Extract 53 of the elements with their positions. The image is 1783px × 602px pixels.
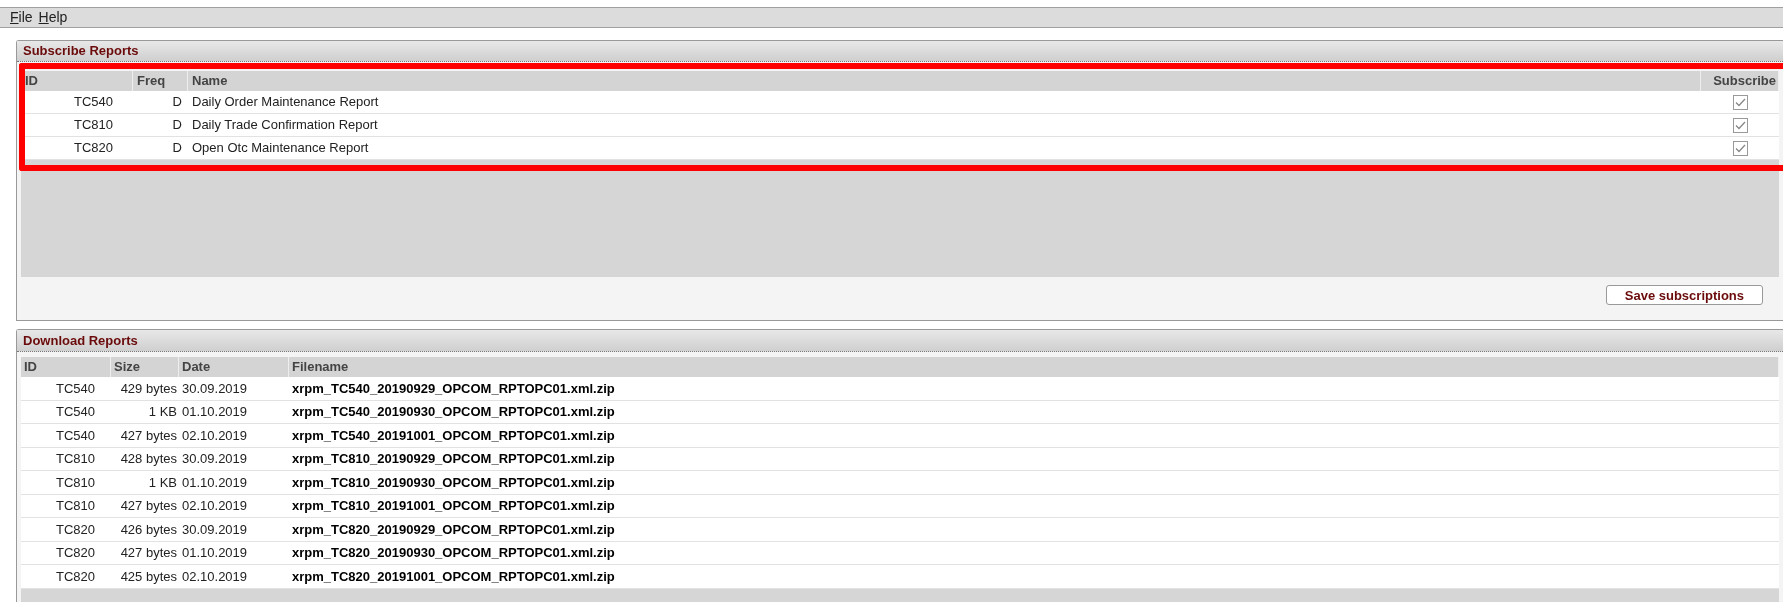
table-cell-text: 429 bytes (119, 379, 178, 398)
table-cell-text: TC810 (54, 497, 96, 515)
table-cell-text: TC810 (54, 450, 96, 468)
file-link[interactable]: xrpm_TC540_20191001_OPCOM_RPTOPC01.xml.zip (289, 425, 1779, 445)
table-cell-text: TC820 (54, 567, 96, 586)
table-cell-text: 426 bytes (119, 520, 178, 539)
table-cell-text: 30.09.2019 (181, 520, 249, 539)
menu-item[interactable]: Help (38, 7, 68, 28)
file-link[interactable]: xrpm_TC820_20191001_OPCOM_RPTOPC01.xml.zip (289, 566, 1779, 586)
panel-title: Download Reports (23, 331, 138, 350)
table-cell-text: 01.10.2019 (181, 544, 249, 562)
table-cell-text: 02.10.2019 (181, 426, 249, 445)
menu-item[interactable]: File (10, 7, 33, 28)
table-cell-text: 427 bytes (119, 426, 178, 445)
table-cell-text: 30.09.2019 (181, 379, 249, 398)
checkbox[interactable] (1732, 94, 1748, 110)
table-cell-text: TC540 (54, 426, 96, 445)
table-cell-text: D (171, 139, 183, 158)
table-cell-text: Daily Trade Confirmation Report (191, 116, 379, 135)
checkbox[interactable] (1732, 140, 1748, 156)
table-cell-text: 425 bytes (119, 567, 178, 586)
table-cell-text: 01.10.2019 (181, 403, 249, 421)
table-cell-text: TC810 (72, 116, 114, 135)
table-cell-text: D (171, 93, 183, 112)
table-cell-text: 1 KB (147, 403, 178, 421)
file-link[interactable]: xrpm_TC810_20191001_OPCOM_RPTOPC01.xml.zip (289, 496, 1779, 516)
table-cell-text: TC820 (54, 520, 96, 539)
file-link[interactable]: xrpm_TC810_20190930_OPCOM_RPTOPC01.xml.zip (289, 472, 1779, 492)
table-cell-text: 1 KB (147, 473, 178, 492)
table-cell-text: 02.10.2019 (181, 567, 249, 586)
table-cell-text: Daily Order Maintenance Report (191, 93, 380, 112)
file-link[interactable]: xrpm_TC540_20190930_OPCOM_RPTOPC01.xml.zip (289, 402, 1779, 422)
table-cell-text: D (171, 116, 183, 135)
table-cell-text: TC820 (72, 139, 114, 158)
file-link[interactable]: xrpm_TC820_20190930_OPCOM_RPTOPC01.xml.zip (289, 543, 1779, 563)
table-cell-text: TC540 (54, 379, 96, 398)
table-cell-text: TC810 (54, 473, 96, 492)
table-cell-text: TC820 (54, 544, 96, 562)
table-cell-text: 01.10.2019 (181, 473, 249, 492)
table-cell-text: TC540 (54, 403, 96, 421)
checkbox[interactable] (1732, 117, 1748, 133)
file-link[interactable]: xrpm_TC540_20190929_OPCOM_RPTOPC01.xml.zip (289, 378, 1779, 398)
panel-title: Subscribe Reports (23, 42, 139, 61)
table-cell-text: 30.09.2019 (181, 450, 249, 468)
table-cell-text: 427 bytes (119, 497, 178, 515)
file-link[interactable]: xrpm_TC810_20190929_OPCOM_RPTOPC01.xml.zip (289, 449, 1779, 469)
table-cell-text: TC540 (72, 93, 114, 112)
file-link[interactable]: xrpm_TC820_20190929_OPCOM_RPTOPC01.xml.zip (289, 519, 1779, 539)
table-cell-text: 02.10.2019 (181, 497, 249, 515)
save-subscriptions-button[interactable]: Save subscriptions (1605, 285, 1763, 305)
table-cell-text: 428 bytes (119, 450, 178, 468)
table-cell-text: Open Otc Maintenance Report (191, 139, 370, 158)
table-cell-text: 427 bytes (119, 544, 178, 562)
